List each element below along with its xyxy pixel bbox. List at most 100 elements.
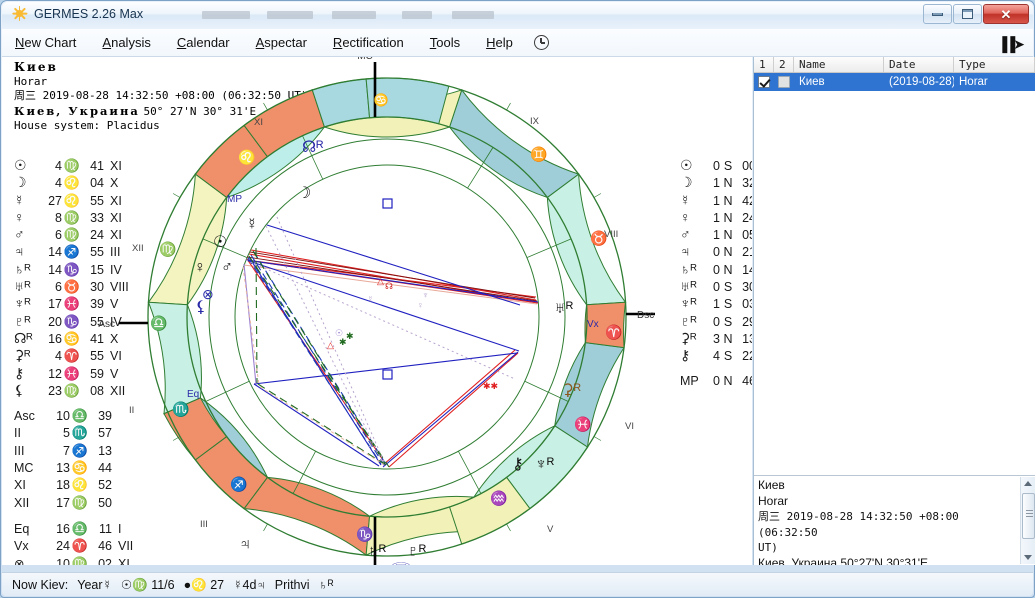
house-label-vi: VI <box>625 421 634 432</box>
sign-sector-aries <box>244 477 369 555</box>
wheel-glyph-uranus: ♅ᴿ <box>554 300 573 317</box>
ring-glyph-scorpio: ♏ <box>172 401 189 418</box>
astrology-wheel[interactable]: MC IC Asc Dsc II III V VI VIII IX XI XII… <box>2 57 752 565</box>
wheel-glyph-jupiter: ♃ <box>239 536 251 553</box>
sign-sector-scorpio <box>450 90 579 197</box>
menu-item-analysis[interactable]: Analysis <box>89 31 163 54</box>
ring-glyph-sagittarius: ♐ <box>230 476 247 493</box>
status-hour-glyph: ☿ <box>233 578 242 592</box>
house-label-ix: IX <box>530 116 540 127</box>
status-bar: Now Kiev:Year☿☉♍ 11/6●♌ 27☿4d♃Prithvi♄ᴿ <box>2 572 1033 596</box>
wheel-glyph-neptune: ♆ᴿ <box>535 456 554 473</box>
column-header-1[interactable]: 1 <box>754 57 774 72</box>
scroll-up-arrow-icon[interactable] <box>1024 481 1032 486</box>
row-date: (2019-08-28) <box>884 76 954 88</box>
wheel-glyph-pluto: ♇ᴿ <box>407 543 426 560</box>
house-label-xi: XI <box>254 117 263 128</box>
menu-item-help[interactable]: Help <box>473 31 526 54</box>
status-sun-value: 11/6 <box>151 578 174 592</box>
detail-city: Киев <box>758 478 1016 494</box>
scroll-down-arrow-icon[interactable] <box>1024 555 1032 560</box>
status-moon-value: 27 <box>210 578 224 592</box>
status-trailing-glyph: ♄ᴿ <box>319 578 334 592</box>
aspect-trine-symbol: △ <box>327 340 334 350</box>
inner-label-vx: Vx <box>587 319 599 330</box>
window-title: GERMES 2.26 Max <box>34 7 143 21</box>
fast-forward-icon[interactable]: ▐▐➤ <box>997 36 1023 53</box>
ring-glyph-aries: ♈ <box>605 324 622 341</box>
status-moon-sign: ♌ <box>191 578 207 592</box>
menu-item-calendar[interactable]: Calendar <box>164 31 243 54</box>
sun-icon <box>12 6 27 21</box>
house-label-v: V <box>547 524 554 535</box>
status-sun-glyph: ☉ <box>121 578 132 592</box>
wheel-glyph-lilith: ⚷ <box>512 456 524 473</box>
maximize-icon <box>962 9 973 19</box>
row-checkbox-1[interactable] <box>758 76 770 88</box>
aspect-dotted-symbol-3: ♀ <box>417 300 424 310</box>
status-element: Prithvi <box>275 578 310 592</box>
wheel-glyph-part-of-fortune: ⊗ <box>202 286 214 302</box>
maximize-button[interactable] <box>953 4 982 24</box>
axis-label-mc: MC <box>357 57 373 62</box>
ring-glyph-gemini: ♊ <box>530 146 547 163</box>
wheel-glyph-mercury: ☿ <box>246 216 258 233</box>
wheel-glyph-node: ☊ᴿ <box>302 139 323 156</box>
column-header-name[interactable]: Name <box>794 57 884 72</box>
ring-glyph-aquarius: ♒ <box>490 490 507 507</box>
wheel-aspect-circle <box>235 165 539 469</box>
list-header: 1 2 Name Date Type <box>754 57 1035 73</box>
status-sun-sign: ♍ <box>132 578 148 592</box>
ring-glyph-cancer: ♋ <box>374 93 389 107</box>
wheel-glyph-moon: ☽ <box>297 185 311 202</box>
wheel-glyph-south-node: ☏ <box>391 561 411 565</box>
wheel-glyph-mars: ♂ <box>221 259 233 276</box>
menu-item-rectification[interactable]: Rectification <box>320 31 417 54</box>
menu-bar: NNew Chartew Chart Analysis Calendar Asp… <box>2 29 1033 57</box>
wheel-glyph-sun: ☉ <box>213 234 227 251</box>
aspect-conjunction-symbol: ☊ <box>385 281 393 291</box>
aspect-opposition-symbol: △ <box>377 276 384 286</box>
wheel-glyph-ceres: ⚳ᴿ <box>562 382 581 399</box>
scrollbar-thumb[interactable] <box>1022 493 1035 539</box>
aspect-dotted-symbol-2: ♆ <box>422 290 429 300</box>
aspect-sextile-symbol-1: ✱✱ <box>483 381 498 391</box>
column-header-2[interactable]: 2 <box>774 57 794 72</box>
inner-label-mp: MP <box>227 194 242 205</box>
ring-glyph-taurus: ♉ <box>590 230 607 247</box>
status-year-label: Year <box>77 578 102 592</box>
application-window: GERMES 2.26 Max ✕ NNew Chartew Chart Ana… <box>0 0 1035 598</box>
status-hour-value: 4d <box>243 578 257 592</box>
detail-datetime: 周三 2019-08-28 14:32:50 +08:00 (06:32:50 <box>758 509 1016 540</box>
detail-location: Киев, Украина 50°27'N 30°31'E <box>758 556 1016 566</box>
menu-item-new-chart[interactable]: NNew Chartew Chart <box>2 31 89 54</box>
inner-label-eq: Eq <box>187 389 199 400</box>
title-left-group: GERMES 2.26 Max <box>12 6 143 21</box>
menu-item-aspectar[interactable]: Aspectar <box>243 31 320 54</box>
status-year-glyph: ☿ <box>103 578 112 592</box>
aspect-square-2 <box>383 370 392 379</box>
detail-type: Horar <box>758 494 1016 510</box>
status-prefix: Now Kiev: <box>12 578 68 592</box>
close-button[interactable]: ✕ <box>983 4 1029 24</box>
menu-item-tools[interactable]: Tools <box>417 31 473 54</box>
row-type: Horar <box>954 76 1035 88</box>
clock-icon[interactable] <box>534 35 549 50</box>
detail-scrollbar[interactable] <box>1020 477 1035 564</box>
ring-glyph-libra: ♎ <box>150 315 167 332</box>
row-checkbox-2[interactable] <box>778 76 790 88</box>
ring-glyph-leo: ♌ <box>238 149 255 166</box>
minimize-button[interactable] <box>923 4 952 24</box>
column-header-type[interactable]: Type <box>954 57 1035 72</box>
wheel-house-circle <box>209 139 565 495</box>
minimize-icon <box>932 13 943 16</box>
detail-datetime-2: UT) <box>758 540 1016 556</box>
title-bar: GERMES 2.26 Max ✕ <box>2 2 1033 29</box>
table-row[interactable]: Киев (2019-08-28) Horar <box>754 73 1035 91</box>
ring-glyph-virgo: ♍ <box>159 241 176 258</box>
row-name: Киев <box>794 76 884 88</box>
aspect-lines <box>243 217 538 467</box>
column-header-date[interactable]: Date <box>884 57 954 72</box>
axis-label-asc: Asc <box>98 319 115 330</box>
list-body: Киев (2019-08-28) Horar <box>754 73 1035 497</box>
